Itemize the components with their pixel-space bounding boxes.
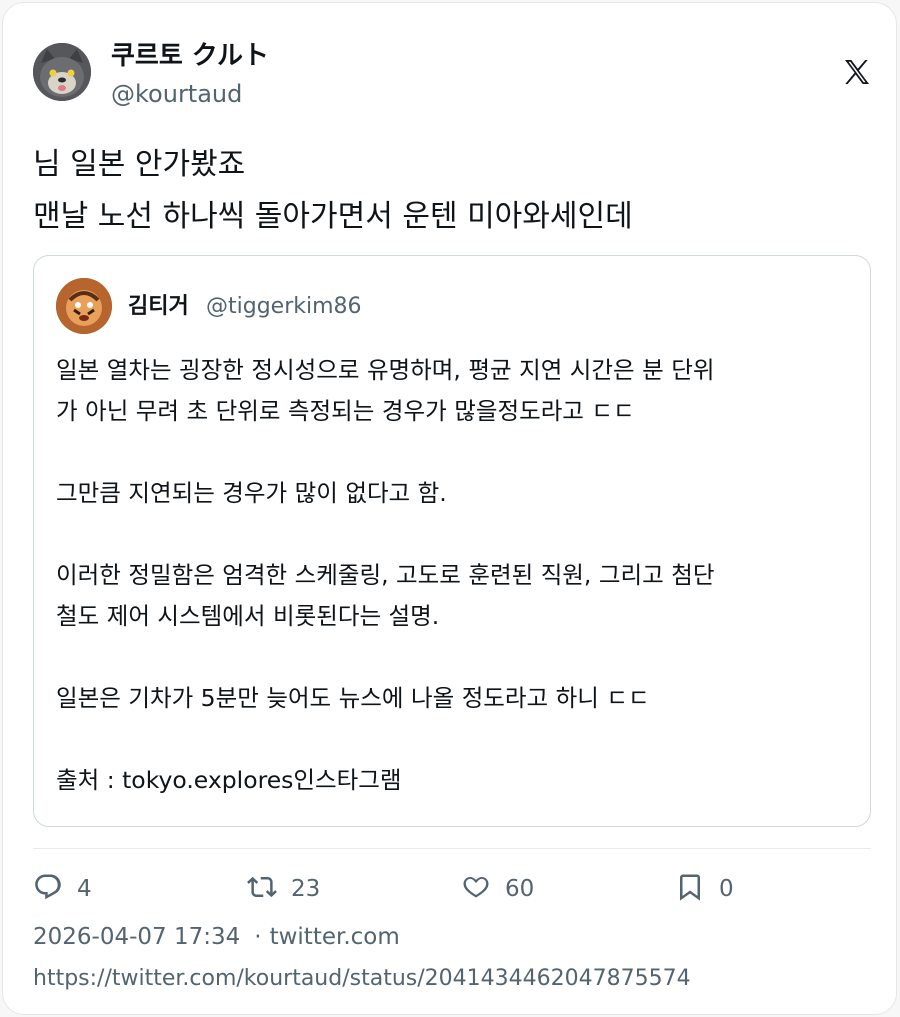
like-button[interactable]: 60 (461, 869, 534, 909)
quote-line (56, 514, 856, 555)
quoted-author-name[interactable]: 김티거 (128, 292, 189, 322)
x-logo-icon[interactable] (841, 56, 873, 88)
author-avatar[interactable] (33, 43, 91, 101)
quote-line (56, 719, 856, 760)
retweet-count: 23 (291, 876, 321, 902)
quoted-tweet-text: 일본 열차는 굉장한 정시성으로 유명하며, 평균 지연 시간은 분 단위 가 … (56, 350, 856, 801)
quoted-author-handle[interactable]: @tiggerkim86 (206, 292, 362, 322)
retweet-button[interactable]: 23 (247, 869, 320, 909)
quote-line: 출처 : tokyo.explores인스타그램 (56, 766, 402, 794)
tweet-text: 님 일본 안가봤죠 맨날 노선 하나씩 돌아가면서 운텐 미아와세인데 (33, 139, 873, 243)
quote-line (56, 637, 856, 678)
quote-line: 이러한 정밀함은 엄격한 스케줄링, 고도로 훈련된 직원, 그리고 첨단 (56, 561, 715, 589)
divider (33, 848, 871, 849)
tweet-meta: 2026-04-07 17:34 · twitter.com (33, 921, 400, 953)
author-handle[interactable]: @kourtaud (111, 79, 242, 109)
reply-button[interactable]: 4 (33, 869, 92, 909)
tweet-url[interactable]: https://twitter.com/kourtaud/status/2041… (33, 963, 691, 995)
like-count: 60 (505, 876, 535, 902)
quoted-tweet[interactable]: 김티거 @tiggerkim86 일본 열차는 굉장한 정시성으로 유명하며, … (33, 255, 871, 827)
bookmark-button[interactable]: 0 (675, 869, 734, 909)
quote-line: 철도 제어 시스템에서 비롯된다는 설명. (56, 602, 440, 630)
quote-line: 가 아닌 무려 초 단위로 측정되는 경우가 많을정도라고 ㄷㄷ (56, 397, 635, 425)
quote-line (56, 432, 856, 473)
heart-icon (461, 872, 491, 906)
retweet-icon (247, 872, 277, 906)
quote-line: 일본은 기차가 5분만 늦어도 뉴스에 나올 정도라고 하니 ㄷㄷ (56, 684, 650, 712)
tweet-card: 쿠르토 クルト @kourtaud 님 일본 안가봤죠 맨날 노선 하나씩 돌아… (2, 2, 897, 1015)
tweet-datetime[interactable]: 2026-04-07 17:34 (33, 924, 240, 950)
quote-line: 일본 열차는 굉장한 정시성으로 유명하며, 평균 지연 시간은 분 단위 (56, 356, 715, 384)
quote-line: 그만큼 지연되는 경우가 많이 없다고 함. (56, 479, 447, 507)
tweet-source[interactable]: twitter.com (270, 924, 400, 950)
quoted-author-avatar[interactable] (56, 278, 112, 334)
meta-separator: · (254, 924, 262, 950)
bookmark-icon (675, 872, 705, 906)
reply-count: 4 (77, 876, 92, 902)
tweet-line: 님 일본 안가봤죠 (33, 147, 246, 182)
bookmark-count: 0 (719, 876, 734, 902)
tweet-line: 맨날 노선 하나씩 돌아가면서 운텐 미아와세인데 (33, 199, 633, 234)
reply-icon (33, 872, 63, 906)
author-name[interactable]: 쿠르토 クルト (111, 39, 269, 73)
